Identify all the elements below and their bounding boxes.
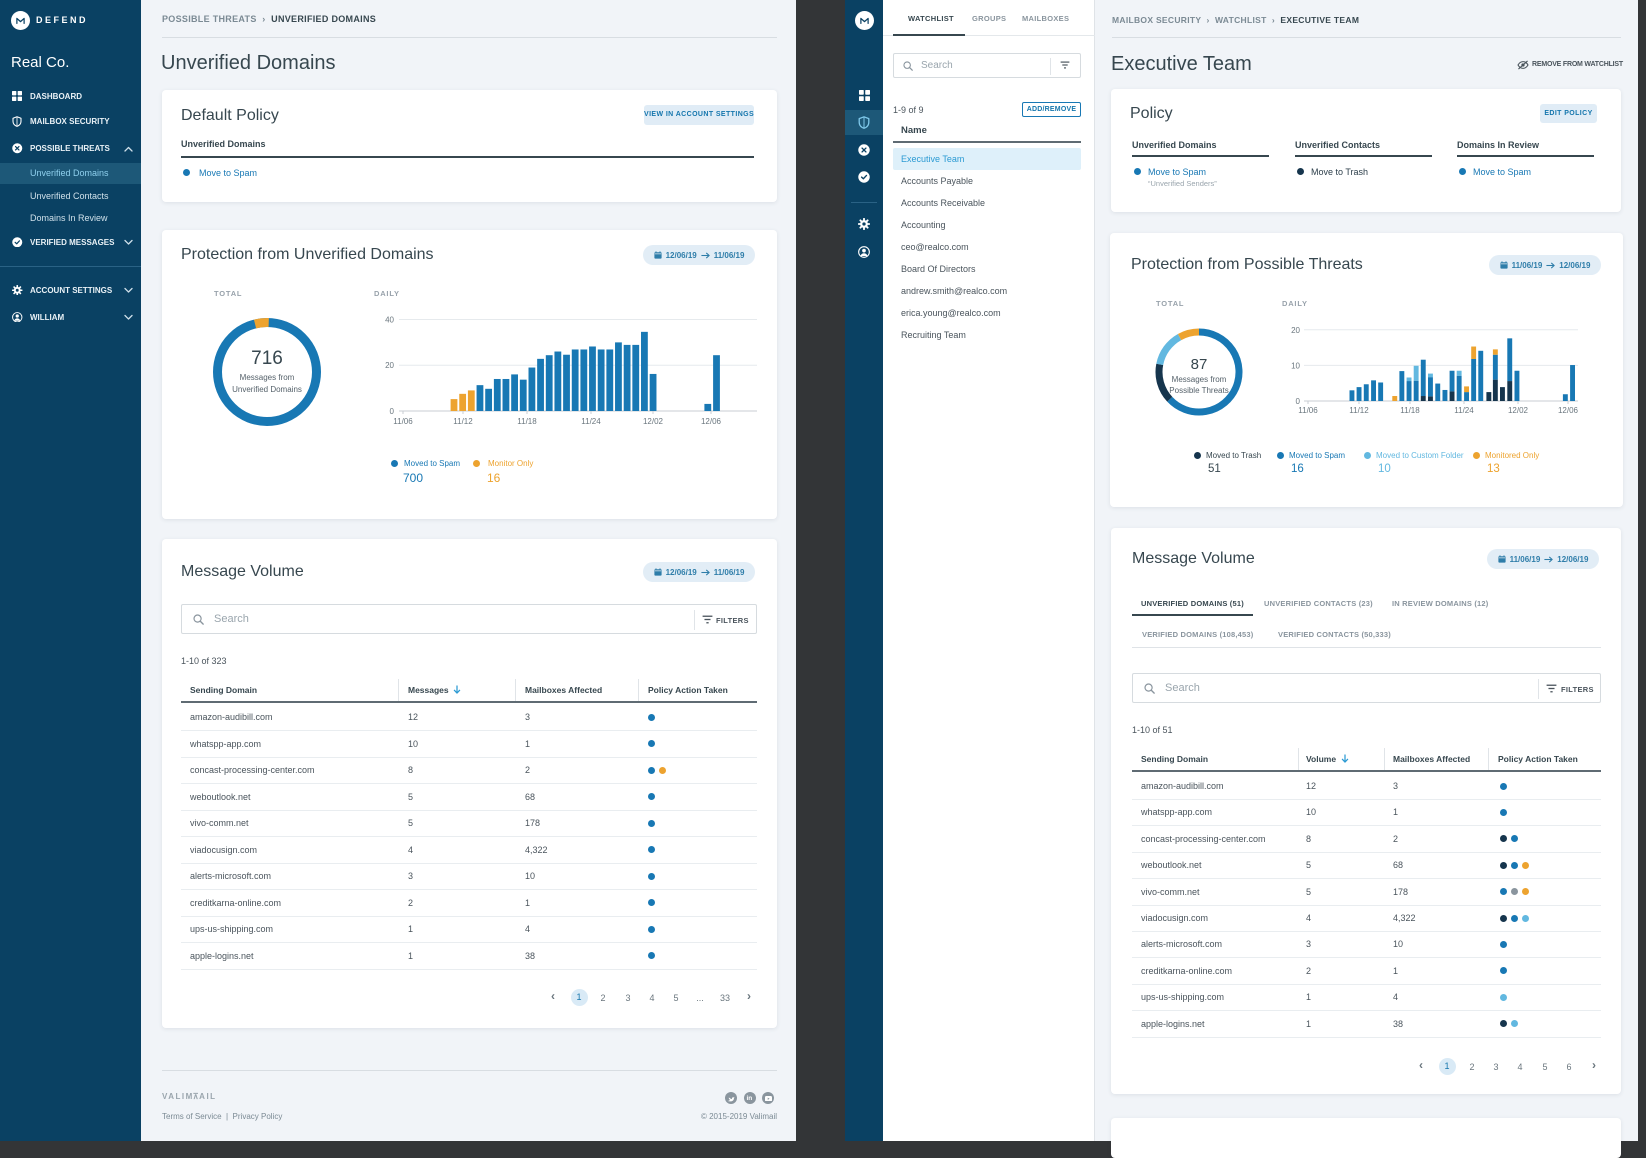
svg-text:11/12: 11/12 (453, 417, 473, 426)
svg-text:11/06: 11/06 (1298, 406, 1318, 415)
svg-text:12/02: 12/02 (643, 417, 664, 426)
svg-text:12/06: 12/06 (701, 417, 722, 426)
svg-text:12/02: 12/02 (1508, 406, 1529, 415)
svg-text:10: 10 (1291, 361, 1300, 370)
svg-text:11/24: 11/24 (1454, 406, 1474, 415)
svg-text:20: 20 (1291, 326, 1300, 335)
svg-text:0: 0 (390, 407, 395, 416)
svg-text:40: 40 (385, 316, 394, 325)
svg-text:11/12: 11/12 (1349, 406, 1369, 415)
svg-text:11/06: 11/06 (393, 417, 413, 426)
svg-text:11/18: 11/18 (517, 417, 537, 426)
svg-text:0: 0 (1296, 397, 1301, 406)
svg-text:11/18: 11/18 (1400, 406, 1420, 415)
svg-text:12/06: 12/06 (1558, 406, 1579, 415)
svg-text:11/24: 11/24 (581, 417, 601, 426)
svg-text:20: 20 (385, 361, 394, 370)
